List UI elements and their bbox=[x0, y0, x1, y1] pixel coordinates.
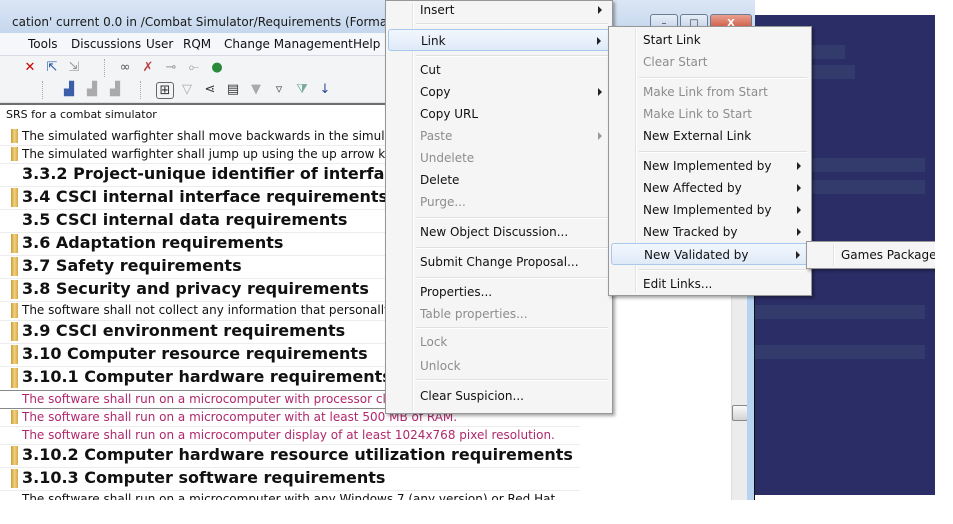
list-item[interactable]: The software shall run on a microcompute… bbox=[0, 390, 400, 409]
menu-item-link[interactable]: Link bbox=[388, 29, 610, 51]
link-to-icon[interactable]: ⟜ bbox=[186, 60, 202, 75]
scrollbar-thumb[interactable] bbox=[732, 405, 748, 421]
menu-item-paste[interactable]: Paste bbox=[388, 125, 610, 147]
torn-edge-bottom bbox=[0, 500, 953, 524]
promote-icon[interactable]: ⇱ bbox=[44, 60, 60, 75]
tree-icon[interactable]: ⋖ bbox=[202, 82, 218, 97]
chevron-right-icon bbox=[598, 88, 602, 96]
menu-item-table-properties[interactable]: Table properties... bbox=[388, 303, 610, 325]
delete-object-icon[interactable]: ✕ bbox=[22, 60, 38, 75]
menu-item-insert[interactable]: Insert bbox=[388, 0, 610, 21]
menu-item-clear-suspicion[interactable]: Clear Suspicion... bbox=[388, 385, 610, 407]
list-item[interactable]: 3.10.2 Computer hardware resource utiliz… bbox=[0, 444, 580, 468]
filter-outline-icon[interactable]: ▽ bbox=[179, 82, 195, 97]
sort-az-icon[interactable]: ↓ bbox=[317, 82, 333, 97]
menu-item-new-affected-by[interactable]: New Affected by bbox=[611, 177, 809, 199]
module-description: SRS for a combat simulator bbox=[6, 108, 157, 121]
menu-item-clear-start[interactable]: Clear Start bbox=[611, 51, 809, 73]
menu-item-lock[interactable]: Lock bbox=[388, 331, 610, 353]
delete-link-icon[interactable]: ✗ bbox=[140, 60, 156, 75]
menu-item-games-package[interactable]: Games Package bbox=[809, 244, 945, 266]
list-item[interactable]: The software shall run on a microcompute… bbox=[0, 426, 580, 445]
validated-by-submenu: Games Package bbox=[806, 241, 948, 269]
menu-item-new-object-discussion[interactable]: New Object Discussion... bbox=[388, 221, 610, 243]
menu-help[interactable]: Help bbox=[353, 37, 380, 51]
menu-change-management[interactable]: Change Management bbox=[224, 37, 353, 51]
menu-item-copy-url[interactable]: Copy URL bbox=[388, 103, 610, 125]
insert-object-icon[interactable]: ▟ bbox=[61, 82, 77, 97]
chevron-right-icon bbox=[797, 184, 801, 192]
demote-icon[interactable]: ⇲ bbox=[66, 60, 82, 75]
chevron-right-icon bbox=[597, 37, 601, 45]
menu-item-submit-change-proposal[interactable]: Submit Change Proposal... bbox=[388, 251, 610, 273]
list-icon[interactable]: ▤ bbox=[225, 82, 241, 97]
torn-edge-right bbox=[935, 0, 953, 524]
menu-item-make-link-to-start[interactable]: Make Link to Start bbox=[611, 103, 809, 125]
menu-item-make-link-from-start[interactable]: Make Link from Start bbox=[611, 81, 809, 103]
link-from-icon[interactable]: ⊸ bbox=[163, 60, 179, 75]
menu-tools[interactable]: Tools bbox=[28, 37, 58, 51]
window-title: cation' current 0.0 in /Combat Simulator… bbox=[12, 15, 422, 29]
chevron-right-icon bbox=[797, 162, 801, 170]
filter-icon[interactable]: ▼ bbox=[248, 82, 264, 97]
menu-item-new-implemented-by[interactable]: New Implemented by bbox=[611, 155, 809, 177]
menu-item-new-external-link[interactable]: New External Link bbox=[611, 125, 809, 147]
filter-edit-icon[interactable]: ▿ bbox=[271, 82, 287, 97]
filter-refresh-icon[interactable]: ⧩ bbox=[294, 82, 310, 97]
menu-item-delete[interactable]: Delete bbox=[388, 169, 610, 191]
remove-object-icon[interactable]: ▟ bbox=[107, 82, 123, 97]
chevron-right-icon bbox=[598, 132, 602, 140]
menu-item-new-tracked-by[interactable]: New Tracked by bbox=[611, 221, 809, 243]
menu-item-copy[interactable]: Copy bbox=[388, 81, 610, 103]
screenshot-frame: cation' current 0.0 in /Combat Simulator… bbox=[0, 0, 953, 524]
context-menu: Insert Link Cut Copy Copy URL Paste Unde… bbox=[385, 0, 613, 414]
chevron-right-icon bbox=[796, 251, 800, 259]
chevron-right-icon bbox=[797, 228, 801, 236]
external-link-icon[interactable]: ● bbox=[209, 60, 225, 75]
outline-view-icon[interactable]: ⊞ bbox=[156, 82, 174, 99]
menu-item-cut[interactable]: Cut bbox=[388, 59, 610, 81]
menu-item-purge[interactable]: Purge... bbox=[388, 191, 610, 213]
menu-item-properties[interactable]: Properties... bbox=[388, 281, 610, 303]
menu-item-start-link[interactable]: Start Link bbox=[611, 29, 809, 51]
menu-item-unlock[interactable]: Unlock bbox=[388, 355, 610, 377]
chevron-right-icon bbox=[598, 6, 602, 14]
link-submenu: Start Link Clear Start Make Link from St… bbox=[608, 26, 812, 296]
menu-item-new-validated-by[interactable]: New Validated by bbox=[611, 243, 809, 265]
link-icon[interactable]: ∞ bbox=[117, 60, 133, 75]
menu-discussions[interactable]: Discussions bbox=[71, 37, 141, 51]
menu-rqm[interactable]: RQM bbox=[183, 37, 211, 51]
chevron-right-icon bbox=[797, 206, 801, 214]
menu-item-undelete[interactable]: Undelete bbox=[388, 147, 610, 169]
menu-item-new-implemented-by-2[interactable]: New Implemented by bbox=[611, 199, 809, 221]
menu-user[interactable]: User bbox=[146, 37, 173, 51]
edit-object-icon[interactable]: ▟ bbox=[84, 82, 100, 97]
list-item[interactable]: 3.10.3 Computer software requirements bbox=[0, 467, 580, 491]
menu-item-edit-links[interactable]: Edit Links... bbox=[611, 273, 809, 295]
